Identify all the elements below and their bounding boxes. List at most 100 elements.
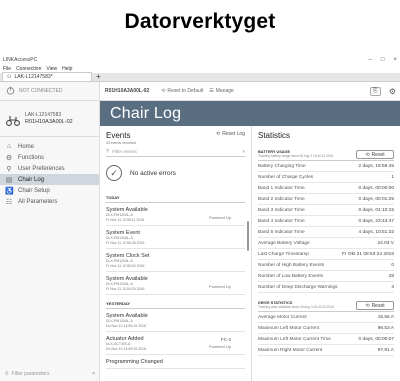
stat-value: 96.53 A	[377, 325, 394, 331]
search-icon: ⚲	[106, 148, 110, 153]
stat-value: 3	[391, 284, 394, 290]
event-item[interactable]: Actuator Added DLX-ACT400-A Do Nov 10 14…	[106, 332, 245, 355]
sidebar-item-label: Functions	[18, 154, 45, 161]
stat-label: Number of High Battery Events	[258, 262, 325, 268]
event-item[interactable]: System Clock Set DLX-PM120AL-A Fr Nov 11…	[106, 249, 245, 272]
window-title: LINKAccessPC	[3, 57, 38, 63]
drive-reset-label: Reset	[371, 302, 385, 309]
window-titlebar: LINKAccessPC – □ ×	[0, 55, 400, 65]
device-id: R01H10A3A00L-02	[25, 118, 73, 125]
reset-default-label: Reset to Default	[167, 88, 204, 94]
stat-value: 97.91 A	[377, 347, 394, 353]
event-item[interactable]: Programming Changed	[106, 355, 245, 369]
sidebar-item-label: Chair Setup	[18, 187, 50, 194]
tab-device[interactable]: ⚇ LAK-L12147583*	[2, 72, 92, 81]
stat-row: Maximum Left Motor Current Time 0 days, 0…	[258, 334, 394, 345]
sidebar-item-chair-setup[interactable]: ♿ Chair Setup	[0, 185, 99, 196]
event-item[interactable]: System Available DLX-PM120AL-A Fr Nov 11…	[106, 272, 245, 295]
stat-label: Band 3 Indicator Time	[258, 207, 305, 213]
reset-icon: ⟲	[216, 131, 221, 137]
battery-usage-header: BATTERY USAGE Tracking battery usage sin…	[258, 150, 394, 161]
content-area: Chair Log Events 43 events recorded ⟲ Re…	[100, 101, 400, 381]
stat-row: Band 1 Indicator Time 0 days, 00:00:00	[258, 183, 394, 194]
clear-icon[interactable]: ×	[242, 149, 245, 154]
stat-value: 0	[391, 262, 394, 268]
no-errors-status: ✓ No active errors	[106, 165, 245, 181]
reset-log-label: Reset Log	[222, 131, 245, 137]
events-count: 43 events recorded	[106, 141, 136, 145]
sidebar-item-chair-log[interactable]: ▤ Chair Log	[0, 174, 99, 185]
events-scrollbar[interactable]	[247, 221, 249, 251]
connection-status[interactable]: NOT CONNECTED	[0, 82, 100, 100]
reset-default-button[interactable]: ⟲ Reset to Default	[161, 88, 203, 94]
stat-value: 1	[391, 174, 394, 180]
statistics-panel: Statistics BATTERY USAGE Tracking batter…	[252, 126, 400, 381]
stat-label: Number of Low Battery Events	[258, 273, 324, 279]
search-icon: ⚲	[5, 371, 9, 377]
save-device-icon[interactable]: ⎘	[369, 86, 381, 96]
connection-status-label: NOT CONNECTED	[19, 88, 63, 94]
stat-row: Last Charge Timestamp Fr Okt 21 08:53:24 …	[258, 249, 394, 260]
event-item[interactable]: System Available DLX-PM120AL-A Do Nov 10…	[106, 309, 245, 332]
manage-button[interactable]: ☰ Manage	[209, 88, 234, 94]
stat-label: Band 2 Indicator Time	[258, 196, 305, 202]
close-button[interactable]: ×	[393, 57, 397, 63]
page-heading: Datorverktyget	[124, 10, 276, 33]
event-item[interactable]: System Event DLX-PM120AL-A Fr Nov 11 12:…	[106, 226, 245, 249]
sidebar-item-label: Chair Log	[18, 176, 45, 183]
settings-icon[interactable]: ⚙	[389, 87, 396, 96]
sidebar-item-label: Home	[18, 143, 35, 150]
sidebar-item-user-preferences[interactable]: ⚲ User Preferences	[0, 163, 99, 174]
stat-value: 0 days, 00:00:00	[358, 185, 394, 191]
minimize-button[interactable]: –	[369, 57, 372, 63]
device-card[interactable]: LAK-L12147583 R01H10A3A00L-02	[0, 101, 99, 137]
event-item[interactable]: System Available DLX-PM120AL-A Fr Nov 11…	[106, 203, 245, 226]
chair-icon: ♿	[5, 187, 14, 195]
reset-icon: ⟲	[365, 302, 370, 309]
event-time: Fr Nov 11 12:55:03 2016	[106, 263, 145, 268]
parameter-filter-placeholder: Filter parameters	[11, 371, 50, 377]
stat-label: Average Motor Current	[258, 314, 307, 320]
stat-row: Number of High Battery Events 0	[258, 260, 394, 271]
stat-row: Band 4 Indicator Time 0 days, 23:43:47	[258, 216, 394, 227]
stat-label: Last Charge Timestamp	[258, 251, 309, 257]
drive-reset-button[interactable]: ⟲ Reset	[356, 301, 394, 310]
sidebar: LAK-L12147583 R01H10A3A00L-02 ⌂ Home ⚙ F…	[0, 101, 100, 381]
sidebar-item-all-parameters[interactable]: ☷ All Parameters	[0, 196, 99, 207]
section-today: TODAY	[106, 195, 245, 203]
chair-tab-icon: ⚇	[7, 74, 12, 80]
log-icon: ▤	[5, 176, 13, 184]
stat-label: Maximum Left Motor Current Time	[258, 336, 331, 342]
maximize-button[interactable]: □	[381, 57, 385, 63]
events-filter-input[interactable]: ⚲ Filter events ×	[106, 148, 245, 157]
drive-statistics-header: DRIVE STATISTICS Tracking drive statisti…	[258, 301, 394, 312]
stat-value: 0 days, 00:01:25	[358, 196, 394, 202]
stat-label: Maximum Right Motor Current	[258, 347, 323, 353]
tab-strip: ⚇ LAK-L12147583* +	[0, 72, 400, 82]
wheelchair-icon	[6, 113, 20, 126]
home-icon: ⌂	[6, 143, 12, 150]
stat-row: Maximum Left Motor Current 96.53 A	[258, 323, 394, 334]
parameters-icon: ☷	[5, 198, 13, 206]
battery-reset-label: Reset	[371, 151, 385, 158]
reset-log-button[interactable]: ⟲ Reset Log	[216, 131, 245, 137]
stat-value: 2 days, 18:58:45	[358, 163, 394, 169]
stat-value: 15.56 A	[377, 314, 394, 320]
stat-row: Battery Charging Time 2 days, 18:58:45	[258, 161, 394, 172]
stat-row: Band 5 Indicator Time 4 days, 10:51:32	[258, 227, 394, 238]
stat-label: Band 5 Indicator Time	[258, 229, 305, 235]
event-state: Powered Up	[208, 344, 231, 349]
event-time: Do Nov 10 14:59:19 2016	[106, 323, 146, 328]
clear-icon[interactable]: ×	[92, 371, 95, 377]
sidebar-item-label: All Parameters	[18, 198, 58, 205]
stat-row: Band 2 Indicator Time 0 days, 00:01:25	[258, 194, 394, 205]
device-serial: R01H10A3A00L-02	[105, 88, 150, 94]
sidebar-item-functions[interactable]: ⚙ Functions	[0, 152, 99, 163]
events-filter-placeholder: Filter events	[112, 148, 137, 154]
event-state: Powered Up	[208, 215, 231, 220]
parameter-filter-input[interactable]: ⚲ Filter parameters ×	[5, 371, 95, 377]
battery-reset-button[interactable]: ⟲ Reset	[356, 150, 394, 159]
sidebar-item-home[interactable]: ⌂ Home	[0, 141, 99, 152]
new-tab-button[interactable]: +	[96, 72, 101, 81]
stat-row: Average Motor Current 15.56 A	[258, 312, 394, 323]
